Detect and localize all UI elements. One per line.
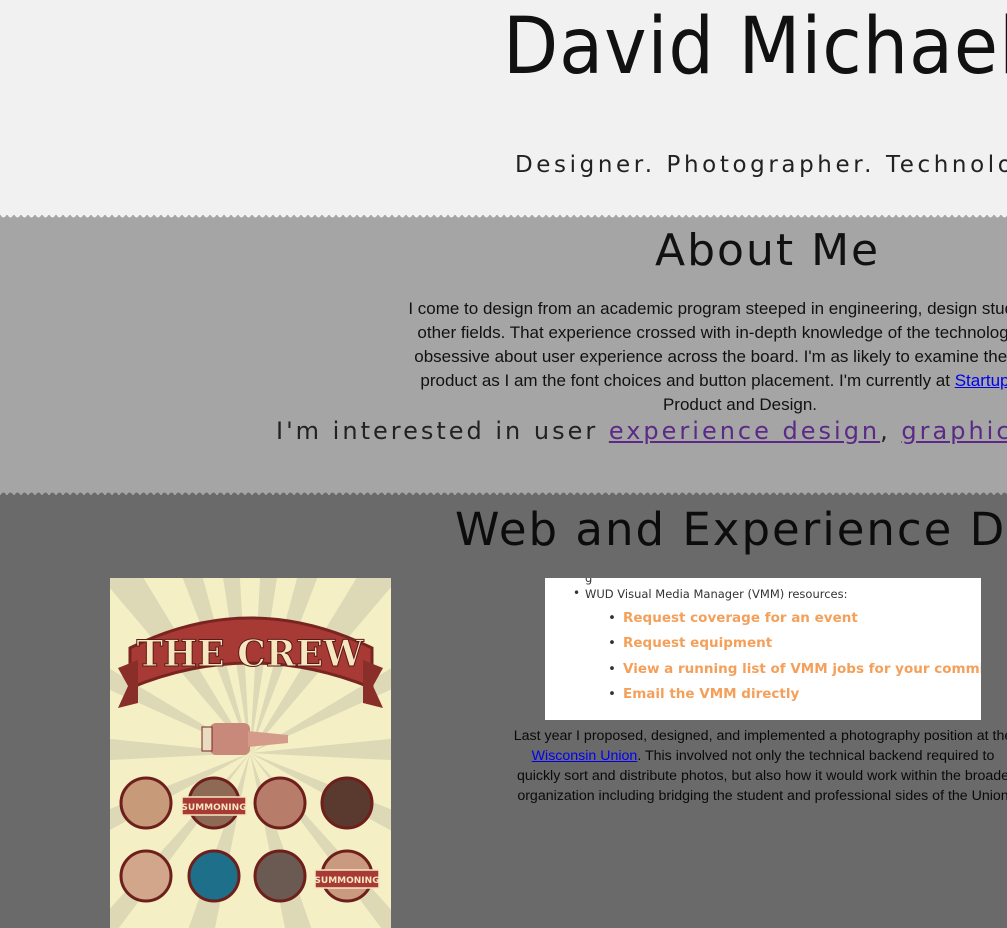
- zigzag-divider-top: [0, 215, 1007, 224]
- desc-line: quickly sort and distribute photos, but …: [516, 768, 1007, 784]
- interests-separator: ,: [880, 417, 902, 445]
- work-section: Web and Experience Des THE CREW SUMMONIN…: [0, 495, 1007, 928]
- poster-heading: THE CREW: [136, 633, 364, 675]
- wisconsin-union-link[interactable]: Wisconsin Union: [532, 748, 638, 764]
- vmm-resources-panel: g WUD Visual Media Manager (VMM) resourc…: [545, 578, 981, 720]
- poster-badge: SUMMONING: [181, 803, 246, 813]
- link-email-vmm[interactable]: Email the VMM directly: [608, 686, 981, 711]
- bio-line: other fields. That experience crossed wi…: [417, 323, 1007, 342]
- vmm-links-list: Request coverage for an event Request eq…: [608, 610, 981, 711]
- desc-line: organization including bridging the stud…: [517, 788, 1007, 804]
- zigzag-divider-bottom: [0, 486, 1007, 495]
- graphic-design-link[interactable]: graphic design: [901, 417, 1007, 445]
- work-heading: Web and Experience Des: [455, 503, 1007, 556]
- link-request-equipment[interactable]: Request equipment: [608, 635, 981, 660]
- poster-artwork: THE CREW SUMMONING SUMMONING: [110, 578, 391, 928]
- vmm-resources-heading: WUD Visual Media Manager (VMM) resources…: [573, 586, 847, 601]
- link-request-coverage[interactable]: Request coverage for an event: [608, 610, 981, 635]
- bio-line: obsessive about user experience across t…: [414, 347, 1007, 366]
- about-heading: About Me: [655, 225, 881, 276]
- hero-section: David Michaels Designer. Photographer. T…: [0, 0, 1007, 215]
- startup-institute-link[interactable]: Startup Institu: [955, 371, 1007, 390]
- desc-line: Last year I proposed, designed, and impl…: [513, 728, 1007, 744]
- poster-badge: SUMMONING: [314, 876, 379, 886]
- project-description: Last year I proposed, designed, and impl…: [508, 726, 1007, 806]
- bio-line-text: product as I am the font choices and but…: [420, 371, 955, 390]
- bio-line: Product and Design.: [662, 395, 818, 414]
- site-title: David Michaels: [503, 2, 1007, 92]
- tagline: Designer. Photographer. Technologist.: [515, 152, 1007, 178]
- about-section: About Me I come to design from an academ…: [0, 215, 1007, 495]
- panel-cut-text: g: [585, 578, 593, 585]
- interests-line: I'm interested in user experience design…: [276, 417, 1007, 445]
- bio-line: product as I am the font choices and but…: [330, 369, 1007, 393]
- the-crew-poster[interactable]: THE CREW SUMMONING SUMMONING: [110, 578, 391, 928]
- interests-prefix: I'm interested in user: [276, 417, 609, 445]
- link-view-vmm-jobs[interactable]: View a running list of VMM jobs for your…: [608, 661, 981, 686]
- bio-line: I come to design from an academic progra…: [408, 299, 1007, 318]
- about-bio: I come to design from an academic progra…: [330, 297, 1007, 417]
- desc-line-text: . This involved not only the technical b…: [637, 748, 995, 764]
- desc-line: Wisconsin Union. This involved not only …: [508, 746, 1007, 766]
- experience-design-link[interactable]: experience design: [609, 417, 880, 445]
